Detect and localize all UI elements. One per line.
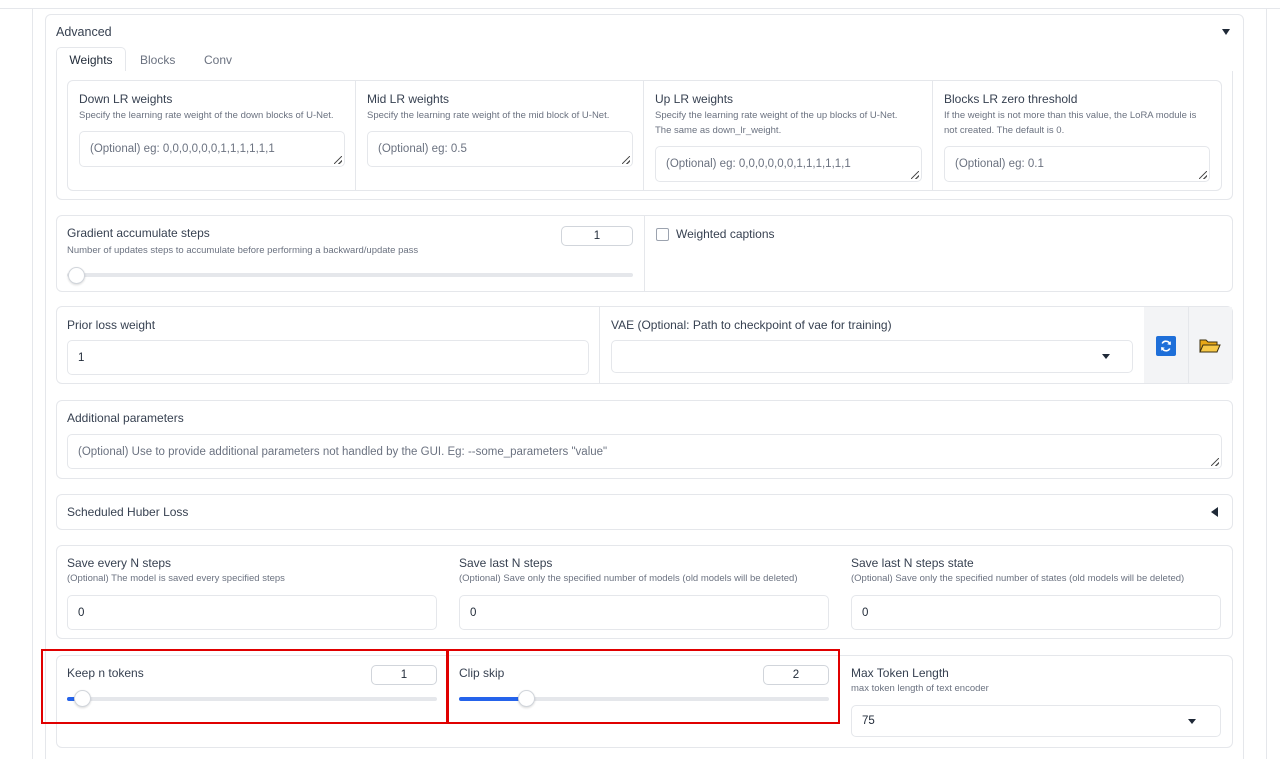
up-lr-weights-label: Up LR weights <box>655 92 734 106</box>
mid-lr-weights-hint: Specify the learning rate weight of the … <box>367 110 610 121</box>
save-last-n-steps-label: Save last N steps <box>459 556 553 570</box>
up-lr-weights-hint-2: The same as down_lr_weight. <box>655 125 782 136</box>
blocks-lr-zero-threshold-hint: If the weight is not more than this valu… <box>944 110 1197 121</box>
mid-lr-weights-label: Mid LR weights <box>367 92 450 106</box>
gradient-accumulate-slider-thumb[interactable] <box>68 267 85 284</box>
page-border-left <box>32 9 33 759</box>
down-lr-weights-placeholder: (Optional) eg: 0,0,0,0,0,0,1,1,1,1,1,1 <box>90 143 275 155</box>
vae-label: VAE (Optional: Path to checkpoint of vae… <box>611 318 892 332</box>
gradient-accumulate-hint: Number of updates steps to accumulate be… <box>67 245 419 256</box>
max-token-length-dropdown[interactable]: 75 <box>851 705 1221 737</box>
additional-parameters-label: Additional parameters <box>67 411 184 425</box>
up-lr-weights-input[interactable]: (Optional) eg: 0,0,0,0,0,0,1,1,1,1,1,1 <box>655 146 922 182</box>
down-lr-weights-label: Down LR weights <box>79 92 173 106</box>
tab-conv[interactable]: Conv <box>204 53 232 67</box>
button-divider <box>1188 307 1189 383</box>
triangle-down-icon <box>1222 29 1230 35</box>
save-last-n-steps-state-hint: (Optional) Save only the specified numbe… <box>851 573 1185 584</box>
max-token-length-value: 75 <box>862 715 875 727</box>
top-divider <box>0 8 1280 9</box>
page-border-right <box>1266 9 1267 759</box>
mid-lr-weights-placeholder: (Optional) eg: 0.5 <box>378 143 467 155</box>
resize-handle-icon[interactable] <box>334 156 342 164</box>
gradient-accumulate-number[interactable]: 1 <box>561 226 633 246</box>
col-divider <box>644 216 645 291</box>
folder-icon <box>1199 339 1221 353</box>
scheduled-huber-loss-accordion[interactable] <box>56 494 1233 530</box>
weighted-captions-checkbox[interactable] <box>656 228 669 241</box>
accordion-title: Advanced <box>56 25 112 39</box>
refresh-button[interactable] <box>1156 336 1176 356</box>
blocks-lr-zero-threshold-label: Blocks LR zero threshold <box>944 92 1078 106</box>
additional-parameters-placeholder: (Optional) Use to provide additional par… <box>78 445 608 458</box>
resize-handle-icon[interactable] <box>1199 171 1207 179</box>
resize-handle-icon[interactable] <box>911 171 919 179</box>
blocks-lr-zero-threshold-placeholder: (Optional) eg: 0.1 <box>955 158 1044 170</box>
prior-loss-weight-input[interactable]: 1 <box>67 340 589 375</box>
col-divider <box>355 81 356 190</box>
up-lr-weights-hint: Specify the learning rate weight of the … <box>655 110 898 121</box>
col-divider <box>599 307 600 383</box>
max-token-length-label: Max Token Length <box>851 666 949 680</box>
chevron-down-icon <box>1188 718 1196 724</box>
mid-lr-weights-input[interactable]: (Optional) eg: 0.5 <box>367 131 633 167</box>
down-lr-weights-hint: Specify the learning rate weight of the … <box>79 110 334 121</box>
scheduled-huber-loss-toggle[interactable] <box>1207 505 1221 524</box>
save-last-n-steps-state-label: Save last N steps state <box>851 556 974 570</box>
folder-button[interactable] <box>1199 337 1221 360</box>
highlight-box-keep-n-tokens <box>41 649 448 724</box>
triangle-left-icon <box>1211 507 1218 517</box>
col-divider <box>643 81 644 190</box>
resize-handle-icon[interactable] <box>622 156 630 164</box>
vae-dropdown[interactable] <box>611 340 1133 373</box>
refresh-icon <box>1161 340 1171 352</box>
weighted-captions-label: Weighted captions <box>676 227 775 241</box>
max-token-length-hint: max token length of text encoder <box>851 683 989 694</box>
scheduled-huber-loss-label: Scheduled Huber Loss <box>67 505 189 519</box>
col-divider <box>932 81 933 190</box>
save-every-n-steps-hint: (Optional) The model is saved every spec… <box>67 573 285 584</box>
additional-parameters-input[interactable]: (Optional) Use to provide additional par… <box>67 434 1222 469</box>
tab-blocks[interactable]: Blocks <box>140 53 175 67</box>
gradient-accumulate-label: Gradient accumulate steps <box>67 226 210 240</box>
blocks-lr-zero-threshold-hint-2: not created. The default is 0. <box>944 125 1065 136</box>
save-last-n-steps-input[interactable]: 0 <box>459 595 829 630</box>
highlight-box-clip-skip <box>447 649 840 724</box>
tab-weights[interactable]: Weights <box>56 47 126 72</box>
save-every-n-steps-input[interactable]: 0 <box>67 595 437 630</box>
prior-loss-weight-label: Prior loss weight <box>67 318 156 332</box>
down-lr-weights-input[interactable]: (Optional) eg: 0,0,0,0,0,0,1,1,1,1,1,1 <box>79 131 345 167</box>
gradient-accumulate-slider-track[interactable] <box>67 273 633 277</box>
blocks-lr-zero-threshold-input[interactable]: (Optional) eg: 0.1 <box>944 146 1210 182</box>
up-lr-weights-placeholder: (Optional) eg: 0,0,0,0,0,0,1,1,1,1,1,1 <box>666 158 851 170</box>
accordion-toggle[interactable] <box>1218 24 1234 45</box>
save-last-n-steps-hint: (Optional) Save only the specified numbe… <box>459 573 798 584</box>
save-every-n-steps-label: Save every N steps <box>67 556 172 570</box>
save-last-n-steps-state-input[interactable]: 0 <box>851 595 1221 630</box>
chevron-down-icon <box>1102 354 1110 359</box>
resize-handle-icon[interactable] <box>1211 458 1219 466</box>
